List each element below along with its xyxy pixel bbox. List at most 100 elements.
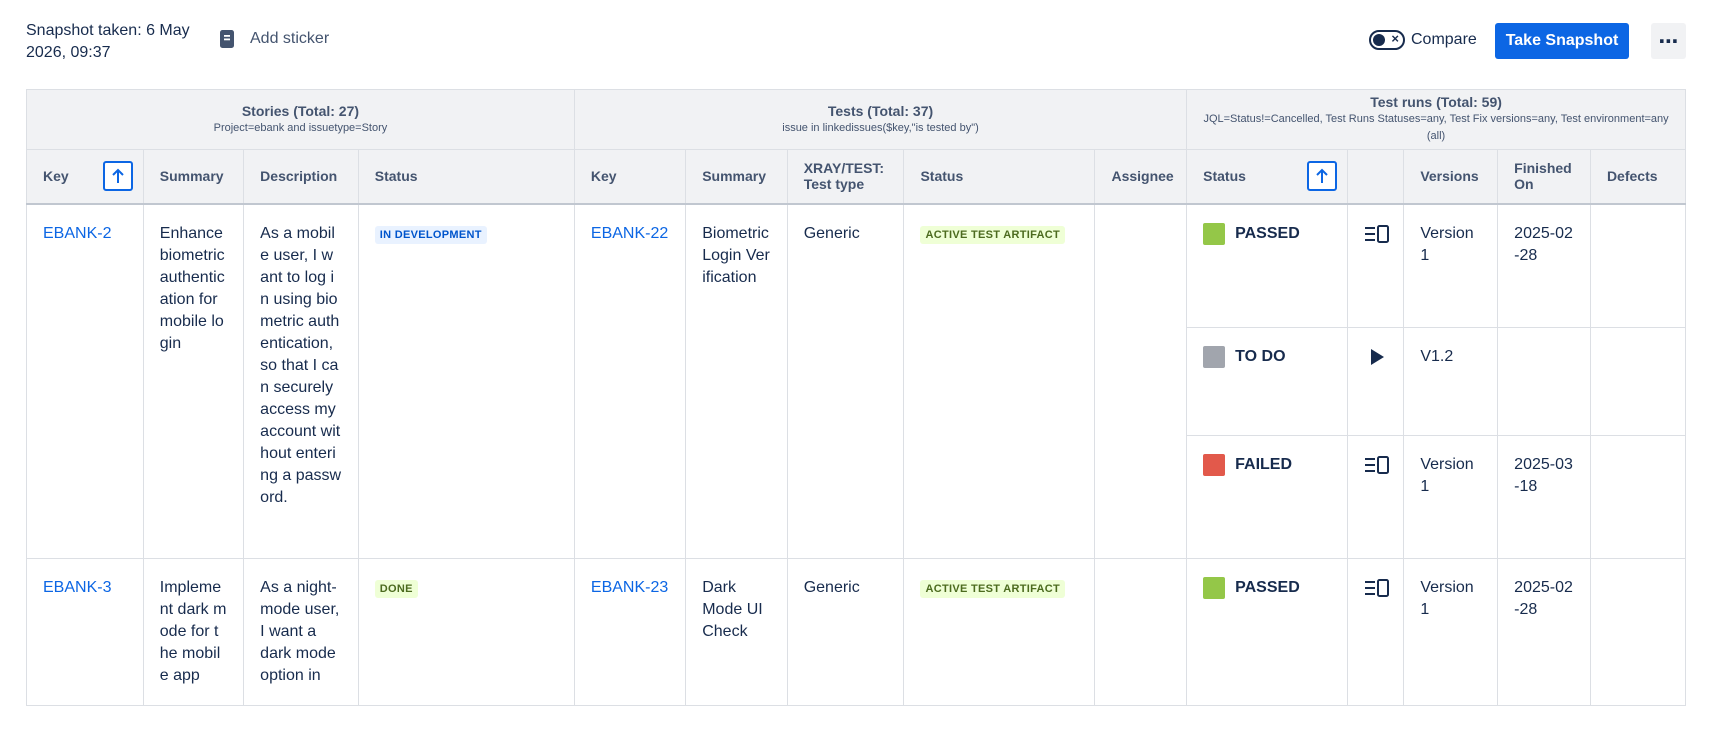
sort-ascending-button[interactable] — [102, 161, 133, 191]
story-status-cell: IN DEVELOPMENT — [357, 203, 575, 559]
run-defects-cell — [1589, 327, 1686, 436]
stories-group-header: Stories (Total: 27) Project=ebank and is… — [26, 89, 575, 150]
column-header-story-description[interactable]: Description — [243, 149, 359, 205]
test-assignee-cell — [1094, 203, 1188, 559]
story-key-link[interactable]: EBANK-3 — [43, 579, 111, 596]
sort-ascending-button[interactable] — [1306, 161, 1337, 191]
close-icon: × — [1391, 31, 1399, 46]
runs-group-title: Test runs (Total: 59) — [1370, 94, 1502, 110]
story-description-cell: As a night-mode user, I want a dark mode… — [243, 558, 359, 706]
test-key-cell: EBANK-23 — [573, 558, 687, 706]
status-badge: ACTIVE TEST ARTIFACT — [920, 225, 1066, 244]
test-type-cell: Generic — [786, 203, 905, 559]
column-label: Key — [43, 168, 69, 185]
column-header-run-execution — [1346, 149, 1405, 205]
column-header-test-summary[interactable]: Summary — [685, 149, 788, 205]
run-exec-cell — [1346, 203, 1405, 328]
test-assignee-cell — [1094, 558, 1188, 706]
run-finished-cell: 2025-02-28 — [1497, 558, 1591, 706]
run-status-cell: FAILED — [1186, 435, 1348, 559]
stories-group-query: Project=ebank and issuetype=Story — [213, 121, 388, 134]
add-sticker-button[interactable]: Add sticker — [218, 29, 329, 49]
more-actions-button[interactable]: ⋯ — [1651, 23, 1686, 59]
test-summary-cell: Biometric Login Verification — [685, 203, 788, 559]
tests-group-title: Tests (Total: 37) — [827, 102, 934, 119]
runs-group-query: JQL=Status!=Cancelled, Test Runs Statuse… — [1203, 113, 1669, 142]
column-header-story-key[interactable]: Key — [26, 149, 144, 205]
execution-details-icon[interactable] — [1364, 577, 1390, 599]
story-summary-cell: Implement dark mode for the mobile app — [142, 558, 245, 706]
add-sticker-label: Add sticker — [250, 30, 330, 47]
column-header-story-summary[interactable]: Summary — [142, 149, 245, 205]
take-snapshot-button[interactable]: Take Snapshot — [1495, 23, 1629, 59]
compare-toggle[interactable]: × Compare — [1369, 30, 1477, 50]
status-swatch — [1203, 454, 1226, 476]
story-key-cell: EBANK-3 — [26, 558, 144, 706]
column-header-run-versions[interactable]: Versions — [1403, 149, 1499, 205]
stories-group-title: Stories (Total: 27) — [241, 102, 360, 119]
run-status-cell: PASSED — [1186, 203, 1348, 328]
toolbar: Snapshot taken: 6 May 2026, 09:37 Add st… — [0, 0, 1711, 88]
run-defects-cell — [1589, 558, 1686, 706]
run-finished-cell: 2025-02-28 — [1497, 203, 1591, 328]
status-swatch — [1203, 222, 1226, 245]
column-header-test-type[interactable]: XRAY/TEST: Test type — [786, 149, 905, 205]
column-header-run-finished[interactable]: Finished On — [1497, 149, 1591, 205]
story-key-cell: EBANK-2 — [26, 203, 144, 559]
execution-details-icon[interactable] — [1364, 454, 1390, 476]
column-label: Status — [1203, 168, 1246, 185]
run-status-label: TO DO — [1235, 348, 1286, 365]
story-summary-cell: Enhance biometric authentication for mob… — [142, 203, 245, 559]
run-status-cell: TO DO — [1186, 327, 1348, 436]
run-finished-cell: 2025-03-18 — [1497, 435, 1591, 559]
test-status-cell: ACTIVE TEST ARTIFACT — [903, 558, 1096, 706]
column-header-run-defects[interactable]: Defects — [1589, 149, 1686, 205]
status-swatch — [1203, 577, 1226, 599]
toggle-switch[interactable]: × — [1369, 30, 1405, 50]
status-badge: ACTIVE TEST ARTIFACT — [920, 580, 1066, 598]
column-header-story-status[interactable]: Status — [357, 149, 575, 205]
status-badge: IN DEVELOPMENT — [374, 225, 487, 244]
run-versions-cell: V1.2 — [1403, 327, 1499, 436]
run-exec-cell — [1346, 327, 1405, 436]
test-key-link[interactable]: EBANK-23 — [591, 579, 668, 596]
test-type-cell: Generic — [786, 558, 905, 706]
compare-label: Compare — [1411, 31, 1477, 48]
arrow-up-icon — [1315, 168, 1328, 183]
test-status-cell: ACTIVE TEST ARTIFACT — [903, 203, 1096, 559]
table-row: EBANK-2 Enhance biometric authentication… — [26, 203, 1686, 559]
column-header-run-status[interactable]: Status — [1186, 149, 1348, 205]
test-key-cell: EBANK-22 — [573, 203, 687, 559]
tests-group-header: Tests (Total: 37) issue in linkedissues(… — [573, 89, 1188, 150]
runs-group-header: Test runs (Total: 59) JQL=Status!=Cancel… — [1186, 89, 1686, 150]
run-status-label: PASSED — [1235, 224, 1300, 242]
test-summary-cell: Dark Mode UI Check — [685, 558, 788, 706]
column-header-test-status[interactable]: Status — [903, 149, 1096, 205]
table-row: EBANK-3 Implement dark mode for the mobi… — [26, 558, 1686, 706]
column-header-test-key[interactable]: Key — [573, 149, 687, 205]
play-icon[interactable] — [1364, 346, 1390, 368]
execution-details-icon[interactable] — [1364, 223, 1390, 245]
report-table: Stories (Total: 27) Project=ebank and is… — [26, 89, 1686, 706]
run-defects-cell — [1589, 435, 1686, 559]
run-versions-cell: Version 1 — [1403, 435, 1499, 559]
story-key-link[interactable]: EBANK-2 — [43, 225, 111, 242]
group-header-row: Stories (Total: 27) Project=ebank and is… — [26, 89, 1686, 150]
column-header-test-assignee[interactable]: Assignee — [1094, 149, 1188, 205]
story-description-cell: As a mobile user, I want to log in using… — [243, 203, 359, 559]
toggle-knob — [1373, 34, 1385, 46]
run-defects-cell — [1589, 203, 1686, 328]
story-status-cell: DONE — [357, 558, 575, 706]
status-swatch — [1203, 346, 1226, 368]
run-versions-cell: Version 1 — [1403, 558, 1499, 706]
column-header-row: Key Summary Description Status Key Summa… — [26, 149, 1686, 205]
run-versions-cell: Version 1 — [1403, 203, 1499, 328]
run-exec-cell — [1346, 435, 1405, 559]
run-exec-cell — [1346, 558, 1405, 706]
test-key-link[interactable]: EBANK-22 — [591, 225, 668, 242]
arrow-up-icon — [112, 168, 124, 183]
run-finished-cell — [1497, 327, 1591, 436]
sticker-icon — [220, 30, 234, 48]
report-table-container: Stories (Total: 27) Project=ebank and is… — [26, 89, 1686, 729]
snapshot-timestamp: Snapshot taken: 6 May 2026, 09:37 — [26, 22, 190, 61]
